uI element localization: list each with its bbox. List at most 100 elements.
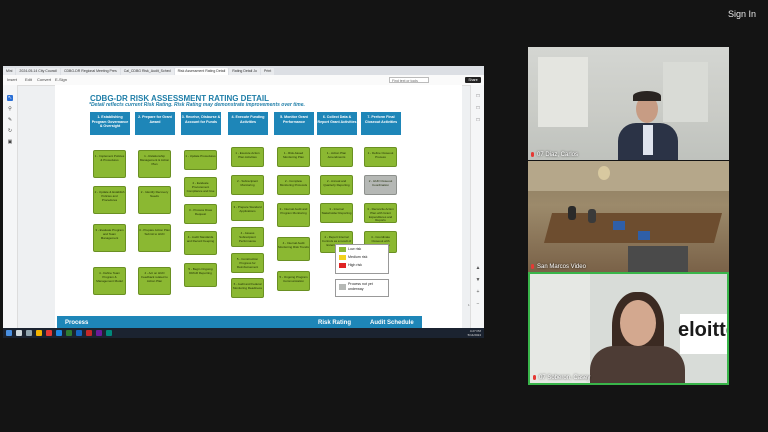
comment-icon[interactable]: □ xyxy=(475,93,481,99)
page-up-icon[interactable]: ▲ xyxy=(475,265,481,271)
legend-high: High risk xyxy=(339,262,362,269)
zoom-out-icon[interactable]: − xyxy=(475,301,481,307)
browser-tab-bar: Mini 2024-05-14 City Council CDBG-DR Regio… xyxy=(3,66,484,75)
risk-item: 5 - Ongoing Program Communication xyxy=(277,271,310,291)
risk-item: 1 - Define Closeout Process xyxy=(364,147,397,167)
participant-name: 07 Soberon, Casey xyxy=(533,374,590,381)
menu-edit[interactable]: Edit xyxy=(25,77,32,82)
risk-item: 6 - Audit and Federal Monitoring Readine… xyxy=(231,278,264,298)
teams-icon[interactable] xyxy=(96,330,102,336)
column-header: 7. Perform Final Closeout Activities xyxy=(361,112,401,135)
zoom-in-icon[interactable]: + xyxy=(475,289,481,295)
outlook-icon[interactable] xyxy=(106,330,112,336)
risk-item: 4 - Define Team Program & Management Mod… xyxy=(93,267,126,295)
legend-swatch xyxy=(339,255,346,260)
column-header: 5. Monitor Grant Performance xyxy=(274,112,314,135)
risk-item: 2 - Annual and Quarterly Reporting xyxy=(320,175,353,195)
risk-item: 1 - Update Procedures xyxy=(184,150,217,170)
risk-legend: Low risk Medium risk High risk xyxy=(335,244,389,274)
edge-icon[interactable] xyxy=(56,330,62,336)
zoom-icon[interactable]: ⚲ xyxy=(7,106,13,112)
risk-item: 4 - Assess Subrecipient Performance xyxy=(231,227,264,247)
risk-item: 5 - Construction Progress for Reimbursem… xyxy=(231,253,264,273)
risk-item: 3 - Internal Audit and Program Monitorin… xyxy=(277,203,310,227)
start-icon[interactable] xyxy=(6,330,12,336)
mic-muted-icon xyxy=(531,151,534,157)
browser-tab[interactable]: Mini xyxy=(3,68,16,75)
menu-esign[interactable]: E-Sign xyxy=(55,77,67,82)
legend-medium: Medium risk xyxy=(339,254,367,261)
menu-convert[interactable]: Convert xyxy=(37,77,51,82)
mic-muted-icon xyxy=(533,374,536,380)
left-tool-rail: ↖ ⚲ ✎ ↻ ▣ xyxy=(3,85,18,332)
risk-item: 2 - Subrecipient Monitoring xyxy=(231,175,264,195)
risk-item: 2 - Complete Monitoring Protocols xyxy=(277,175,310,195)
participant-tile-2[interactable]: San Marcos Video xyxy=(528,161,729,272)
risk-item: 5 - Begin Ongoing DRGR Reporting xyxy=(184,263,217,287)
risk-item: 2 - HUD Closeout Coordination xyxy=(364,175,397,195)
risk-item: 1 - Risk-based Monitoring Plan xyxy=(277,147,310,167)
browser-tab[interactable]: 2024-05-14 City Council xyxy=(16,68,60,75)
column-header: 4. Execute Funding Activities xyxy=(228,112,268,135)
process-legend: Process not yet underway xyxy=(335,279,389,297)
explorer-icon[interactable] xyxy=(36,330,42,336)
slide-subtitle: *Detail reflects current Risk Rating. Ri… xyxy=(89,102,305,108)
browser-tab[interactable]: CDBG-DR Regional Meeting Pres xyxy=(60,68,120,75)
attach-icon[interactable]: □ xyxy=(475,117,481,123)
menu-insert[interactable]: Insert xyxy=(7,77,17,82)
column-header: 3. Receive, Disburse & Account for Funds xyxy=(181,112,221,135)
risk-item: 3 - Prepare Standard Applications xyxy=(231,201,264,221)
background-logo: eloitte. xyxy=(678,319,727,341)
mic-muted-icon xyxy=(531,263,534,269)
search-input[interactable]: Find text or tools xyxy=(389,77,429,83)
footer-audit-schedule: Audit Schedule xyxy=(370,320,414,326)
participant-tile-1[interactable]: 07 Diaz, Carlos xyxy=(528,47,729,160)
browser-tab[interactable]: Print xyxy=(260,68,275,75)
excel-icon[interactable] xyxy=(66,330,72,336)
risk-item: 3 - Reconcile Action Plan with Grant Exp… xyxy=(364,203,397,223)
sign-in-button[interactable]: Sign In xyxy=(728,9,756,19)
risk-item: 1 - Execute Action Plan Activities xyxy=(231,147,264,167)
participant-tile-3[interactable]: eloitte. 07 Soberon, Casey xyxy=(528,272,729,385)
share-button[interactable]: Share xyxy=(465,77,481,83)
acrobat-icon[interactable] xyxy=(46,330,52,336)
legend-process-label: Process not yet underway xyxy=(348,282,373,291)
page-counter: 1 xyxy=(468,303,470,307)
risk-item: 4 - Internal Audit Monitoring Risk Trend… xyxy=(277,237,310,261)
cursor-icon[interactable]: ↖ xyxy=(7,95,13,101)
stamp-icon[interactable]: ▣ xyxy=(7,139,13,145)
taskbar-clock: 4:27 PM 5/14/2024 xyxy=(467,329,481,337)
risk-item: 1 - Implement Policies & Procedures xyxy=(93,150,126,178)
risk-item: 3 - Evaluate Program and Team Management xyxy=(93,224,126,252)
risk-item: 3 - Prepare Action Plan Submit to HUD xyxy=(138,224,171,252)
legend-swatch xyxy=(339,247,346,252)
right-tool-rail: □ □ □ ▲ ▼ + − xyxy=(470,85,484,332)
risk-item: 4 - Audit Standards and Record Keeping xyxy=(184,231,217,255)
column-header: 2. Prepare for Grant Award xyxy=(135,112,175,135)
windows-taskbar: 4:27 PM 5/14/2024 xyxy=(3,328,484,338)
pdf-slide: CDBG-DR RISK ASSESSMENT RATING DETAIL *D… xyxy=(55,85,462,332)
risk-item: 2 - Update & Establish Policies and Proc… xyxy=(93,186,126,214)
participant-name: 07 Diaz, Carlos xyxy=(531,151,578,158)
browser-tab[interactable]: Cal_CDBG Risk_Audit_Sched xyxy=(120,68,174,75)
risk-item: 1 - Relationship Management & Action Pla… xyxy=(138,150,171,178)
column-header: 6. Collect Data & Report Grant Activitie… xyxy=(317,112,357,135)
browser-tab[interactable]: Risk Assessment Rating Detail xyxy=(174,68,229,75)
legend-swatch xyxy=(339,284,346,290)
pen-icon[interactable]: ✎ xyxy=(7,117,13,123)
taskview-icon[interactable] xyxy=(26,330,32,336)
page-down-icon[interactable]: ▼ xyxy=(475,277,481,283)
powerpoint-icon[interactable] xyxy=(86,330,92,336)
footer-risk-rating: Risk Rating xyxy=(318,320,352,326)
risk-item: 3 - Process Draw Request xyxy=(184,204,217,224)
risk-item: 1 - Action Plan Amendments xyxy=(320,147,353,167)
search-icon[interactable] xyxy=(16,330,22,336)
risk-item: 2 - Identify Recovery Needs xyxy=(138,186,171,214)
risk-item: 4 - Act on HUD Feedback related to Actio… xyxy=(138,267,171,295)
legend-swatch xyxy=(339,263,346,268)
loop-icon[interactable]: ↻ xyxy=(7,128,13,134)
legend-low: Low risk xyxy=(339,246,361,253)
browser-tab[interactable]: Rating Detail Jo xyxy=(229,68,260,75)
bookmark-icon[interactable]: □ xyxy=(475,105,481,111)
word-icon[interactable] xyxy=(76,330,82,336)
